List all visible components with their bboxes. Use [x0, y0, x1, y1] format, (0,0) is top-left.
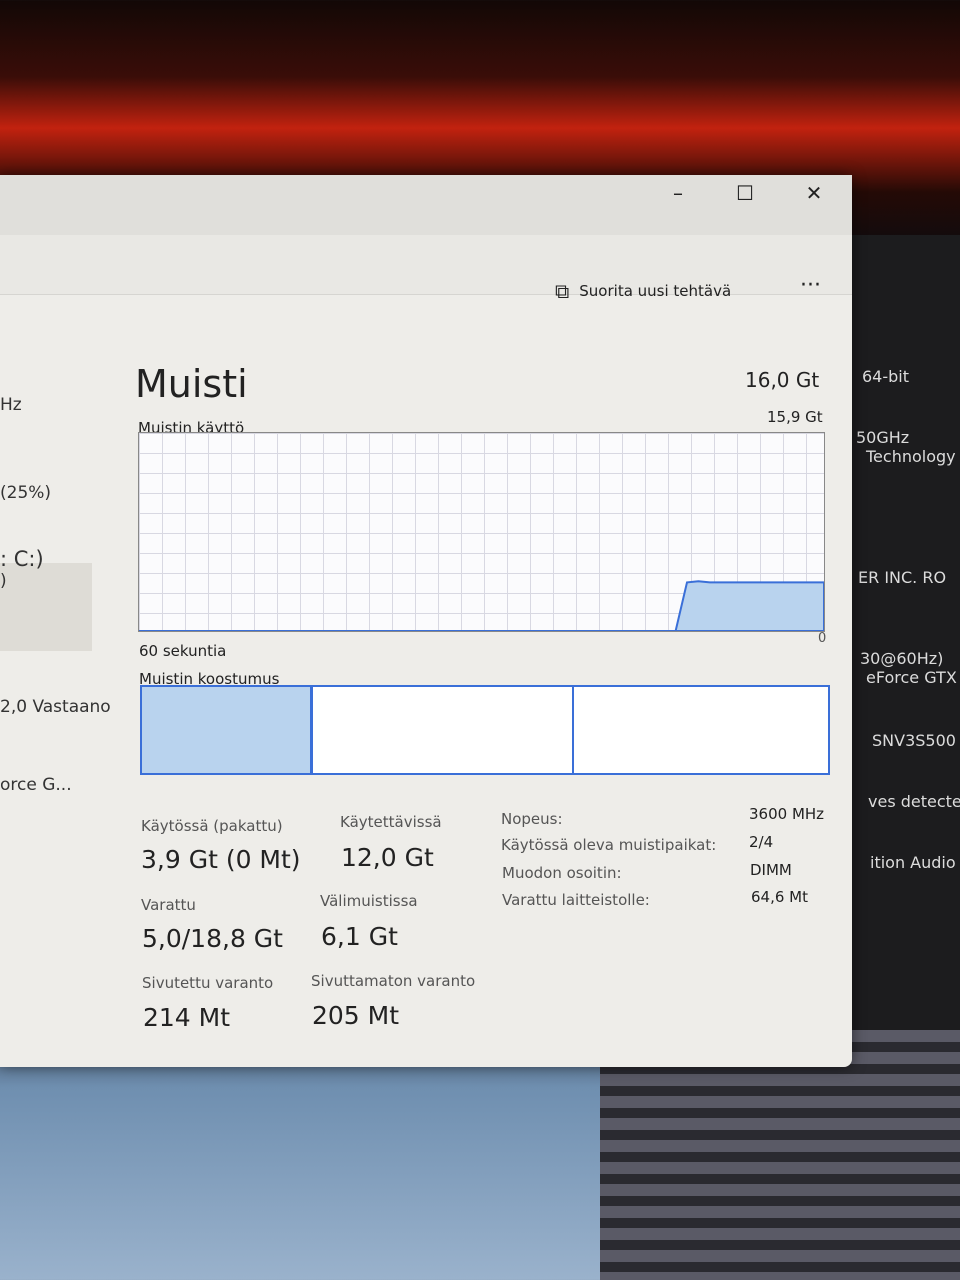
- info-text: 64-bit: [862, 367, 910, 386]
- info-text: ition Audio: [870, 853, 956, 872]
- info-text: ER INC. RO: [858, 568, 947, 587]
- close-icon[interactable]: ✕: [794, 181, 834, 205]
- sidebar-item-cpu[interactable]: Hz: [0, 395, 22, 415]
- background-system-info-window: 64-bit 50GHz Technology ER INC. RO 30@60…: [852, 235, 960, 1030]
- detail-value: 2/4: [749, 833, 774, 851]
- stat-value: 205 Mt: [312, 1001, 400, 1030]
- detail-label: Varattu laitteistolle:: [502, 891, 650, 909]
- stat-label: Välimuistissa: [320, 892, 418, 910]
- sidebar-item-memory[interactable]: (25%): [0, 483, 51, 503]
- info-text: 50GHz: [856, 428, 910, 447]
- sidebar-item-disk-sub: ): [0, 571, 7, 591]
- stat-value: 3,9 Gt (0 Mt): [141, 845, 301, 874]
- info-text: Technology: [866, 447, 956, 466]
- sidebar: Hz (25%) : C:) ) 2,0 Vastaano orce G...: [0, 295, 111, 1065]
- memory-usage-graph: [138, 432, 825, 632]
- stat-label: Käytössä (pakattu): [141, 817, 283, 835]
- page-title: Muisti: [135, 362, 248, 406]
- composition-in-use: [142, 687, 311, 773]
- detail-label: Nopeus:: [501, 810, 563, 828]
- wallpaper: [600, 1030, 960, 1280]
- memory-composition-bar: [140, 685, 830, 775]
- stat-label: Varattu: [141, 896, 196, 914]
- stat-value: 6,1 Gt: [321, 922, 398, 951]
- time-label: 60 sekuntia: [139, 642, 227, 660]
- detail-value: DIMM: [750, 861, 792, 879]
- info-text: 30@60Hz): [860, 649, 944, 668]
- detail-label: Käytössä oleva muistipaikat:: [501, 836, 717, 854]
- maximize-icon[interactable]: ☐: [725, 181, 765, 205]
- min-label: 0: [818, 631, 827, 646]
- composition-free: [574, 687, 828, 773]
- info-text: ves detecte: [868, 792, 960, 811]
- info-text: SNV3S500: [872, 731, 956, 750]
- info-text: eForce GTX: [866, 668, 957, 687]
- detail-value: 3600 MHz: [749, 805, 825, 823]
- more-options-button[interactable]: ···: [800, 273, 821, 298]
- stat-value: 5,0/18,8 Gt: [142, 924, 283, 953]
- sidebar-item-memory-selected[interactable]: [0, 563, 92, 651]
- usage-max: 15,9 Gt: [767, 408, 823, 426]
- stat-label: Sivutettu varanto: [142, 974, 274, 992]
- detail-label: Muodon osoitin:: [502, 864, 622, 882]
- title-bar[interactable]: – ☐ ✕: [0, 175, 852, 235]
- sidebar-item-network[interactable]: 2,0 Vastaano: [0, 697, 111, 717]
- detail-value: 64,6 Mt: [751, 888, 808, 906]
- stat-label: Käytettävissä: [340, 813, 442, 831]
- stat-value: 12,0 Gt: [341, 843, 434, 872]
- sidebar-item-gpu[interactable]: orce G...: [0, 775, 72, 795]
- new-task-button[interactable]: ⧉ Suorita uusi tehtävä: [555, 279, 731, 303]
- new-task-icon: ⧉: [555, 279, 570, 303]
- usage-area: [139, 580, 824, 631]
- task-manager-window: – ☐ ✕ ⧉ Suorita uusi tehtävä ··· Hz (25%…: [0, 175, 852, 1067]
- sidebar-item-disk[interactable]: : C:): [0, 547, 44, 571]
- minimize-icon[interactable]: –: [658, 181, 698, 205]
- command-bar: ⧉ Suorita uusi tehtävä ···: [0, 235, 852, 303]
- stat-label: Sivuttamaton varanto: [311, 972, 476, 990]
- stat-value: 214 Mt: [143, 1003, 231, 1032]
- new-task-label: Suorita uusi tehtävä: [579, 282, 732, 300]
- total-memory: 16,0 Gt: [745, 368, 820, 392]
- composition-standby: [313, 687, 575, 773]
